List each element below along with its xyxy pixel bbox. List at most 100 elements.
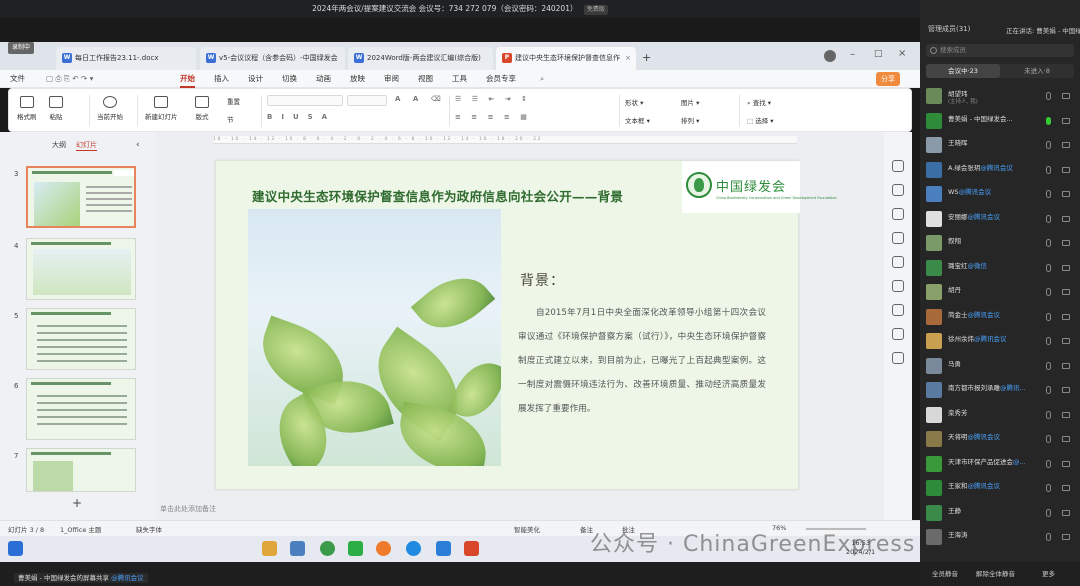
microphone-icon[interactable]: [1046, 263, 1051, 272]
scissors-icon[interactable]: [892, 304, 904, 316]
align-buttons[interactable]: ≡ ≡ ≡ ≡ ▦: [455, 113, 531, 121]
camera-icon[interactable]: [1062, 289, 1070, 295]
menu-view[interactable]: 视图: [418, 72, 433, 86]
slide-title[interactable]: 建议中央生态环境保护督查信息作为政府信息向社会公开——背景: [252, 186, 623, 205]
menu-design[interactable]: 设计: [248, 72, 263, 86]
microphone-icon[interactable]: [1046, 288, 1051, 296]
close-window-icon[interactable]: ×: [898, 48, 906, 59]
participant-row[interactable]: 曹美娟 - 中国绿发会...: [920, 109, 1080, 133]
menu-animation[interactable]: 动画: [316, 72, 331, 86]
tab-current-presentation[interactable]: P 建议中央生态环境保护督查信息作 ×: [496, 47, 636, 70]
browser-icon[interactable]: [320, 541, 335, 556]
microphone-icon[interactable]: [1046, 214, 1051, 223]
quick-access-icons[interactable]: ▢ ⎙ ⎘ ↶ ↷ ▾: [46, 72, 93, 86]
tab-not-joined[interactable]: 未进入·8: [1000, 64, 1074, 78]
camera-icon[interactable]: [1062, 264, 1070, 271]
slide-thumbnail-3[interactable]: [26, 166, 136, 228]
reset-button[interactable]: 重置: [227, 96, 240, 106]
camera-icon[interactable]: [1062, 485, 1070, 491]
unmute-all-button[interactable]: 解除全体静音: [976, 568, 1015, 578]
layout-button[interactable]: 版式: [195, 96, 209, 121]
camera-icon[interactable]: [1062, 411, 1070, 418]
participant-row[interactable]: 王家和@腾讯会议: [920, 476, 1080, 500]
participant-row[interactable]: 王晓晖: [920, 133, 1080, 157]
microphone-icon[interactable]: [1046, 361, 1051, 370]
more-button[interactable]: 更多: [1042, 568, 1055, 578]
animation-icon[interactable]: [892, 208, 904, 220]
menu-review[interactable]: 审阅: [384, 72, 399, 86]
settings-icon[interactable]: [892, 160, 904, 172]
app-icon[interactable]: [376, 541, 391, 556]
participant-row[interactable]: WS@腾讯会议: [920, 182, 1080, 206]
microphone-icon[interactable]: [1046, 435, 1051, 443]
add-slide-icon[interactable]: +: [72, 496, 82, 510]
menu-member[interactable]: 会员专享: [486, 72, 516, 86]
windows-start-icon[interactable]: [8, 541, 23, 556]
body-paragraph[interactable]: 自2015年7月1日中央全面深化改革领导小组第十四次会议审议通过《环境保护督察方…: [518, 301, 766, 421]
picture-button[interactable]: 图片 ▾: [681, 97, 699, 107]
tab-daily-report[interactable]: W 每日工作报告23.11-.docx: [56, 47, 196, 70]
shape-icon[interactable]: [892, 256, 904, 268]
microphone-icon[interactable]: [1046, 484, 1051, 492]
microphone-icon[interactable]: [1046, 116, 1051, 125]
notes-field[interactable]: 单击此处添加备注: [156, 500, 884, 520]
members-count[interactable]: 管理成员(31): [928, 24, 970, 34]
new-tab-icon[interactable]: +: [642, 51, 651, 64]
participant-row[interactable]: 天津市环保产品促进会@...: [920, 452, 1080, 476]
menu-insert[interactable]: 插入: [214, 72, 229, 86]
participant-row[interactable]: 安丽娜@腾讯会议: [920, 207, 1080, 231]
microphone-icon[interactable]: [1046, 410, 1051, 419]
camera-icon[interactable]: [1062, 534, 1070, 540]
close-icon[interactable]: ×: [625, 54, 631, 62]
participant-row[interactable]: 叙翔: [920, 231, 1080, 255]
camera-icon[interactable]: [1062, 166, 1070, 173]
camera-icon[interactable]: [1062, 509, 1070, 516]
textbox-button[interactable]: 文本框 ▾: [625, 115, 650, 125]
microphone-icon[interactable]: [1046, 386, 1051, 394]
copy-icon[interactable]: [892, 232, 904, 244]
play-from-current-button[interactable]: 当前开始: [97, 96, 123, 121]
microphone-icon[interactable]: [1046, 533, 1051, 541]
list-buttons[interactable]: ☰ ☰ ⇤ ⇥ ↕: [455, 95, 531, 103]
font-family-select[interactable]: [267, 95, 343, 106]
microphone-icon[interactable]: [1046, 92, 1051, 100]
font-style-buttons[interactable]: BIUSA: [267, 113, 336, 121]
missing-font-link[interactable]: 缺失字体: [136, 524, 162, 534]
menu-tools[interactable]: 工具: [452, 72, 467, 86]
menu-file[interactable]: 文件: [10, 72, 25, 86]
camera-icon[interactable]: [1062, 117, 1070, 124]
microphone-icon[interactable]: [1046, 239, 1051, 247]
tab-outline[interactable]: 大纲: [52, 140, 66, 150]
microphone-icon[interactable]: [1046, 141, 1051, 149]
camera-icon[interactable]: [1062, 387, 1070, 393]
camera-icon[interactable]: [1062, 460, 1070, 467]
participant-row[interactable]: 王海涛: [920, 525, 1080, 549]
participant-row[interactable]: 胡望玮 (主持人, 我): [920, 84, 1080, 108]
slide-thumbnail-6[interactable]: [26, 378, 136, 440]
participant-row[interactable]: 马勇: [920, 354, 1080, 378]
camera-icon[interactable]: [1062, 191, 1070, 197]
maximize-icon[interactable]: □: [874, 49, 883, 59]
shape-button[interactable]: 形状 ▾: [625, 97, 643, 107]
menu-slideshow[interactable]: 放映: [350, 72, 365, 86]
arrange-button[interactable]: 排列 ▾: [681, 115, 699, 125]
paste-button[interactable]: 粘贴: [49, 96, 63, 121]
mute-all-button[interactable]: 全员静音: [932, 568, 958, 578]
share-button[interactable]: 分享: [876, 72, 900, 86]
section-button[interactable]: 节: [227, 114, 234, 124]
microphone-icon[interactable]: [1046, 459, 1051, 468]
minimize-icon[interactable]: –: [850, 49, 855, 60]
microphone-icon[interactable]: [1046, 165, 1051, 174]
smart-beautify-button[interactable]: 智能美化: [514, 524, 540, 534]
participant-row[interactable]: 栾秀芳: [920, 403, 1080, 427]
camera-icon[interactable]: [1062, 215, 1070, 222]
camera-icon[interactable]: [1062, 142, 1070, 148]
participant-row[interactable]: 天将明@腾讯会议: [920, 427, 1080, 451]
microphone-icon[interactable]: [1046, 190, 1051, 198]
slide-thumbnail-7[interactable]: [26, 448, 136, 492]
microphone-icon[interactable]: [1046, 312, 1051, 321]
tab-agenda[interactable]: Wv5-会议议程（含参会码）-中国绿发会: [200, 47, 345, 70]
member-search-input[interactable]: 搜索成员: [926, 44, 1074, 57]
folder-icon[interactable]: [262, 541, 277, 556]
leaves-photo[interactable]: [248, 209, 501, 466]
